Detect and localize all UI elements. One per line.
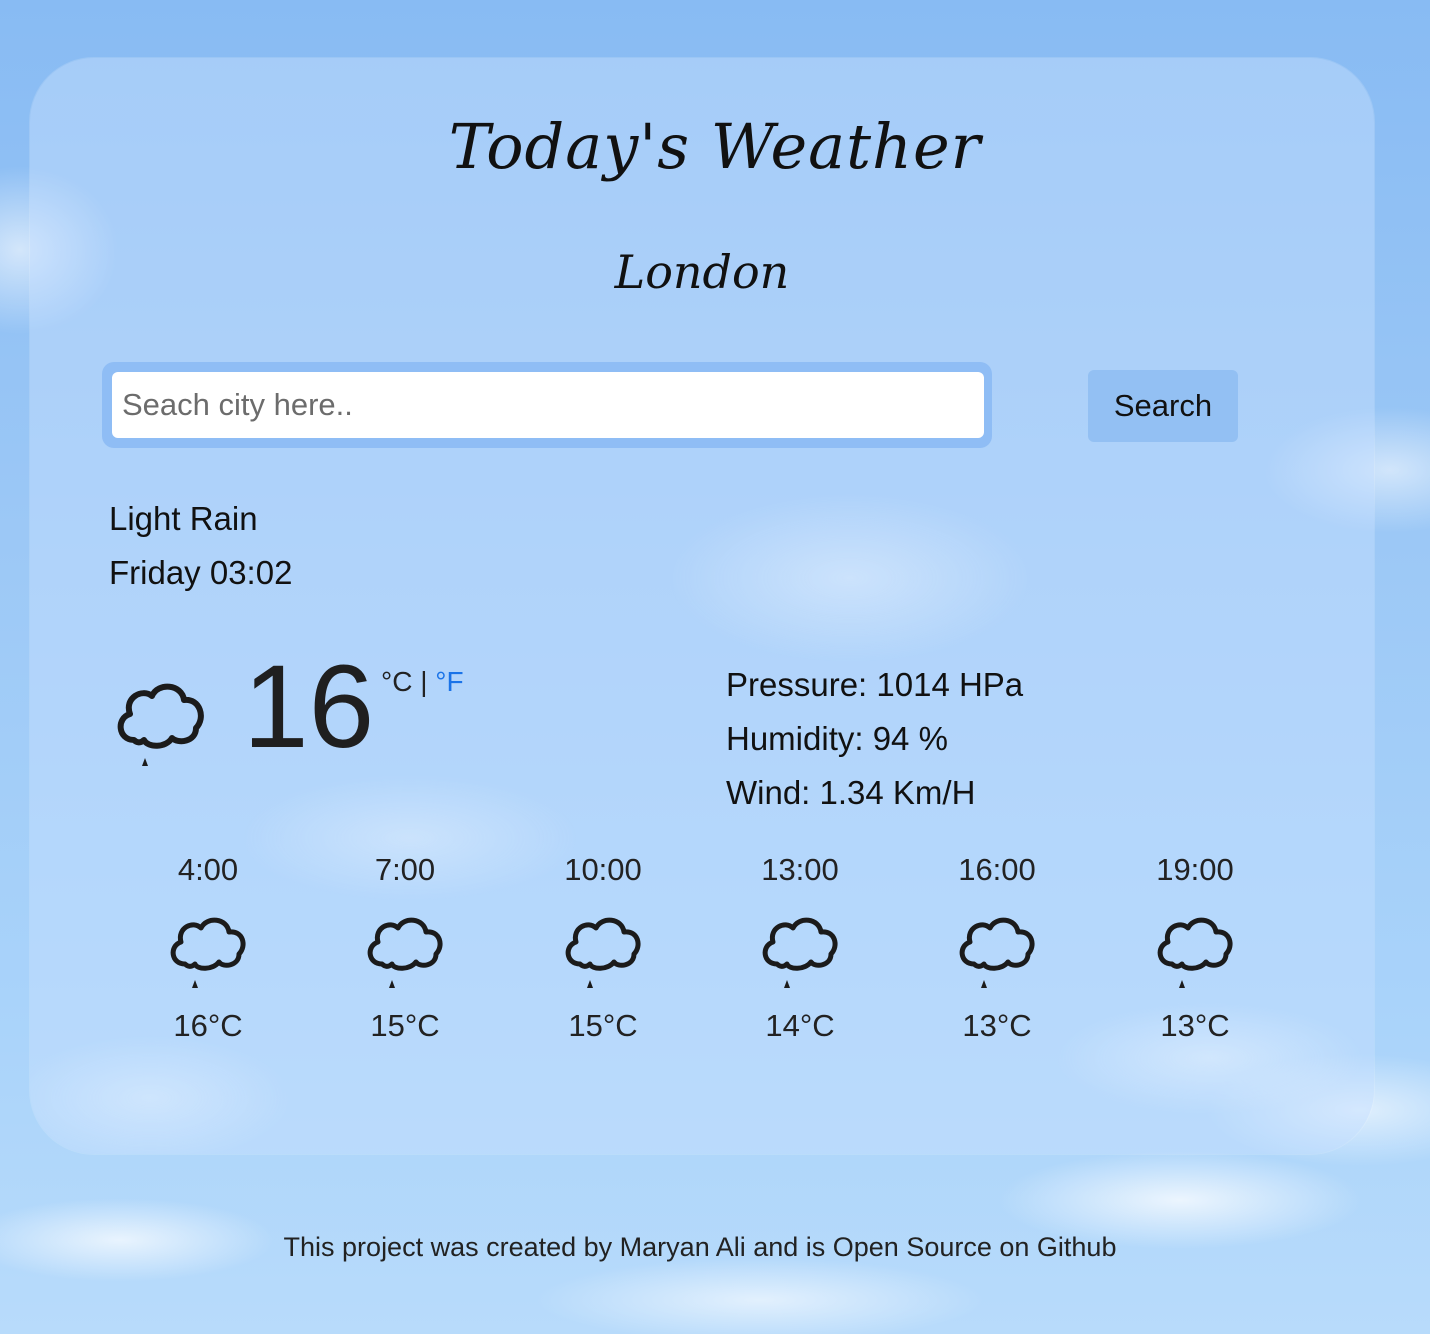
forecast-item: 19:00 13°C [1115, 852, 1275, 1044]
forecast-temp: 16°C [173, 1008, 243, 1043]
wind-value: Wind: 1.34 Km/H [726, 774, 976, 811]
rain-cloud-icon [367, 917, 443, 988]
city-name: London [614, 245, 790, 299]
forecast-time: 13:00 [761, 852, 839, 887]
forecast-temp: 13°C [962, 1008, 1032, 1043]
forecast-time: 4:00 [177, 852, 239, 887]
forecast-item: 7:00 15°C [325, 852, 485, 1044]
forecast-temp: 14°C [765, 1008, 835, 1043]
forecast-time: 19:00 [1156, 852, 1234, 887]
forecast-temp: 13°C [1160, 1008, 1230, 1043]
page-title: Today's Weather [448, 110, 982, 183]
rain-cloud-icon [117, 683, 204, 766]
forecast-time: 7:00 [374, 852, 436, 887]
search-form [102, 362, 992, 448]
weather-description: Light Rain [109, 500, 258, 537]
rain-cloud-icon [170, 917, 246, 988]
forecast-temp: 15°C [370, 1008, 440, 1043]
search-input[interactable] [112, 372, 984, 438]
forecast-time: 10:00 [564, 852, 642, 887]
fahrenheit-link[interactable]: °F [435, 666, 463, 697]
rain-cloud-icon [959, 917, 1035, 988]
rain-cloud-icon [1157, 917, 1233, 988]
current-temperature: 16 [243, 641, 375, 773]
forecast-time: 16:00 [958, 852, 1036, 887]
forecast-temp: 15°C [568, 1008, 638, 1043]
footer-credit: This project was created by Maryan Ali a… [283, 1232, 1117, 1262]
celsius-link[interactable]: °C [381, 666, 412, 697]
unit-toggle: °C | °F [381, 666, 464, 698]
pressure-value: Pressure: 1014 HPa [726, 666, 1024, 703]
search-button[interactable]: Search [1088, 370, 1238, 442]
humidity-value: Humidity: 94 % [726, 720, 948, 757]
current-datetime: Friday 03:02 [109, 554, 293, 591]
rain-cloud-icon [762, 917, 838, 988]
forecast-item: 13:00 14°C [720, 852, 880, 1044]
forecast-item: 16:00 13°C [917, 852, 1077, 1044]
forecast-item: 4:00 16°C [128, 852, 288, 1044]
forecast-item: 10:00 15°C [523, 852, 683, 1044]
rain-cloud-icon [565, 917, 641, 988]
unit-separator: | [420, 666, 428, 697]
